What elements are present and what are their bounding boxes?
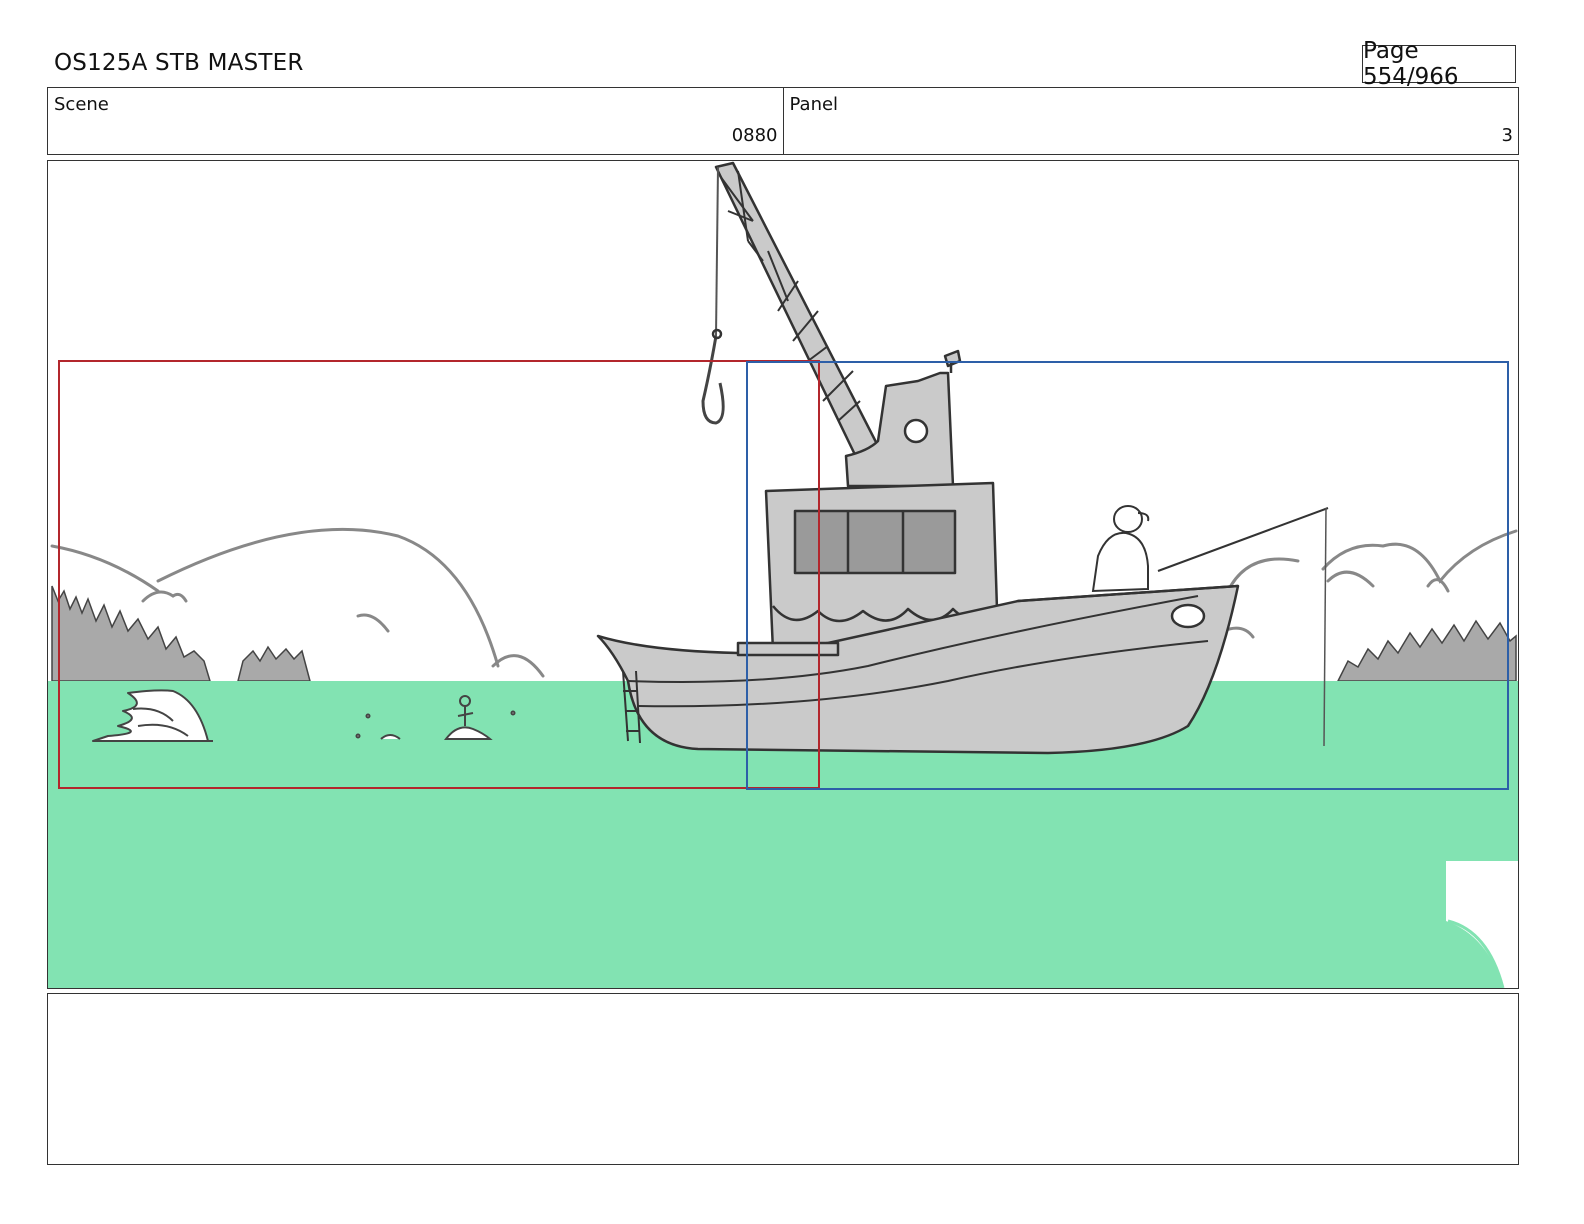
- scene-cell: Scene 0880: [48, 88, 783, 154]
- document-title: OS125A STB MASTER: [54, 50, 304, 76]
- scene-number: 0880: [731, 125, 778, 146]
- panel-number: 3: [1501, 125, 1513, 146]
- scene-panel-info: Scene 0880 Panel 3: [47, 87, 1519, 155]
- storyboard-panel-image: [47, 160, 1519, 989]
- panel-notes-box: [47, 993, 1519, 1165]
- page-indicator: Page 554/966: [1362, 38, 1516, 90]
- scene-label: Scene: [54, 94, 109, 115]
- panel-label: Panel: [789, 94, 839, 115]
- panel-cell: Panel 3: [782, 88, 1519, 154]
